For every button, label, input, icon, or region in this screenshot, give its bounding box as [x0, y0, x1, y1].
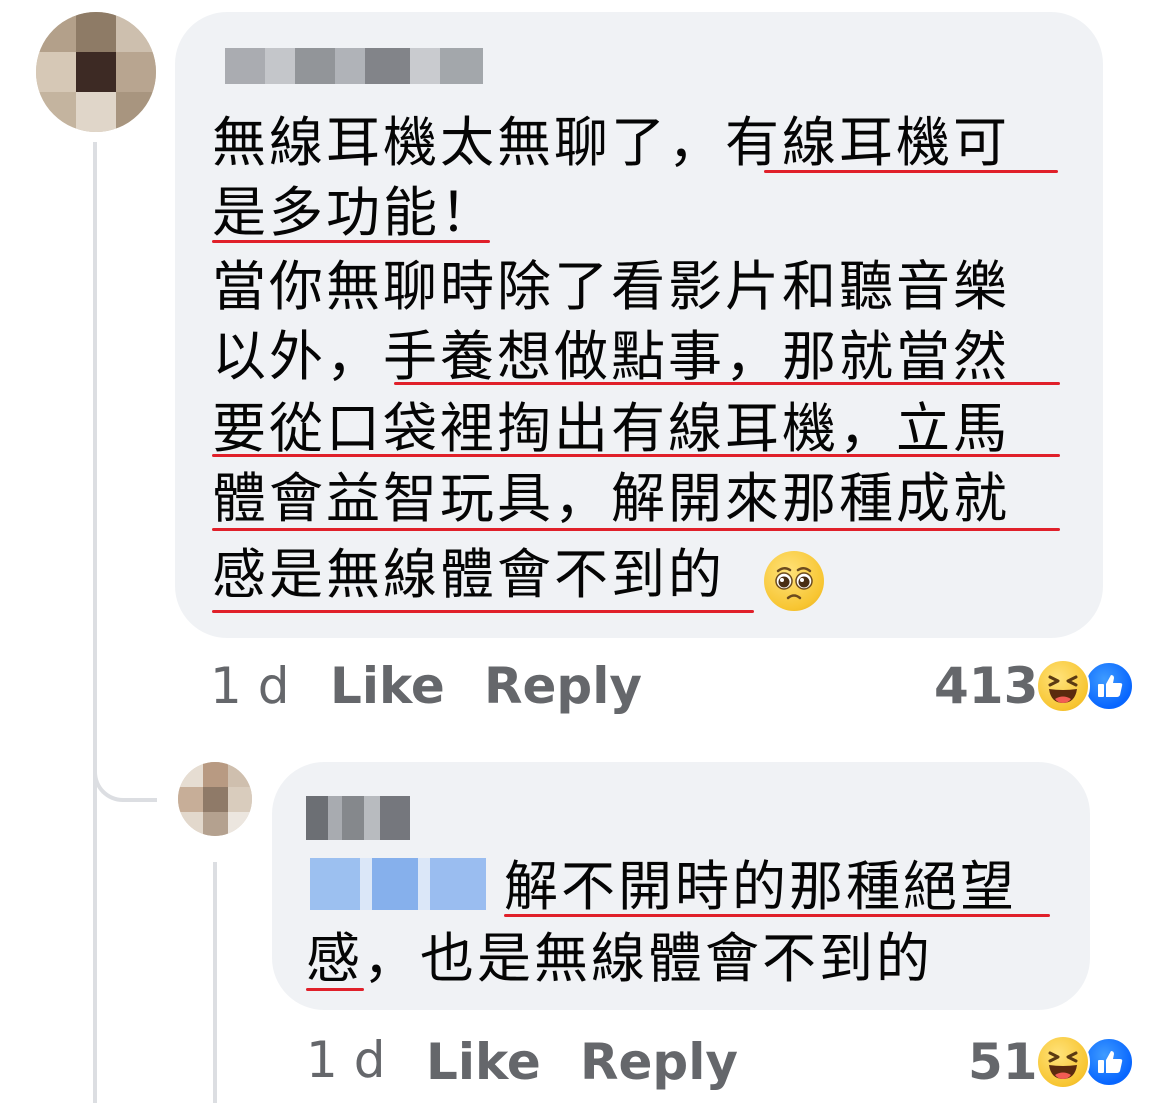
like-icon [1084, 1037, 1134, 1087]
reaction-count[interactable]: 413 [934, 656, 1038, 716]
reply-button[interactable]: Reply [484, 656, 642, 716]
underline-annotation [306, 988, 364, 991]
thread-line-reply [213, 862, 217, 1103]
reply-avatar[interactable] [178, 762, 252, 836]
pleading-face-emoji [764, 551, 824, 611]
reply-reply-button[interactable]: Reply [580, 1032, 738, 1092]
underline-annotation [212, 240, 490, 243]
underline-annotation [394, 382, 1060, 385]
comment-timestamp[interactable]: 1 d [210, 656, 289, 716]
reply-line-2: 感，也是無線體會不到的 [306, 927, 933, 990]
reply-line-1: 解不開時的那種絕望 [504, 855, 1017, 918]
thread-connector [93, 700, 157, 802]
reply-author-name-blurred[interactable] [306, 796, 410, 840]
author-name-blurred[interactable] [225, 48, 483, 84]
comment-line-6: 體會益智玩具，解開來那種成就 [212, 467, 1010, 530]
underline-annotation [504, 914, 1050, 917]
like-icon [1084, 661, 1134, 711]
like-button[interactable]: Like [330, 656, 445, 716]
haha-icon [1036, 1035, 1090, 1089]
underline-annotation [212, 610, 754, 613]
underline-annotation [212, 528, 1060, 531]
reply-like-button[interactable]: Like [426, 1032, 541, 1092]
comment-line-3: 當你無聊時除了看影片和聽音樂 [212, 255, 1010, 318]
reply-timestamp[interactable]: 1 d [306, 1030, 385, 1090]
mention-tag-blurred[interactable] [310, 858, 486, 910]
comment-line-2: 是多功能！ [212, 181, 497, 244]
underline-annotation [764, 170, 1058, 173]
comment-line-7: 感是無線體會不到的 [212, 543, 725, 606]
haha-icon [1036, 659, 1090, 713]
comment-line-1: 無線耳機太無聊了，有線耳機可 [212, 111, 1010, 174]
avatar[interactable] [36, 12, 156, 132]
reply-reaction-count[interactable]: 51 [968, 1032, 1038, 1092]
underline-annotation [212, 454, 1060, 457]
thread-line-main [93, 142, 97, 1103]
